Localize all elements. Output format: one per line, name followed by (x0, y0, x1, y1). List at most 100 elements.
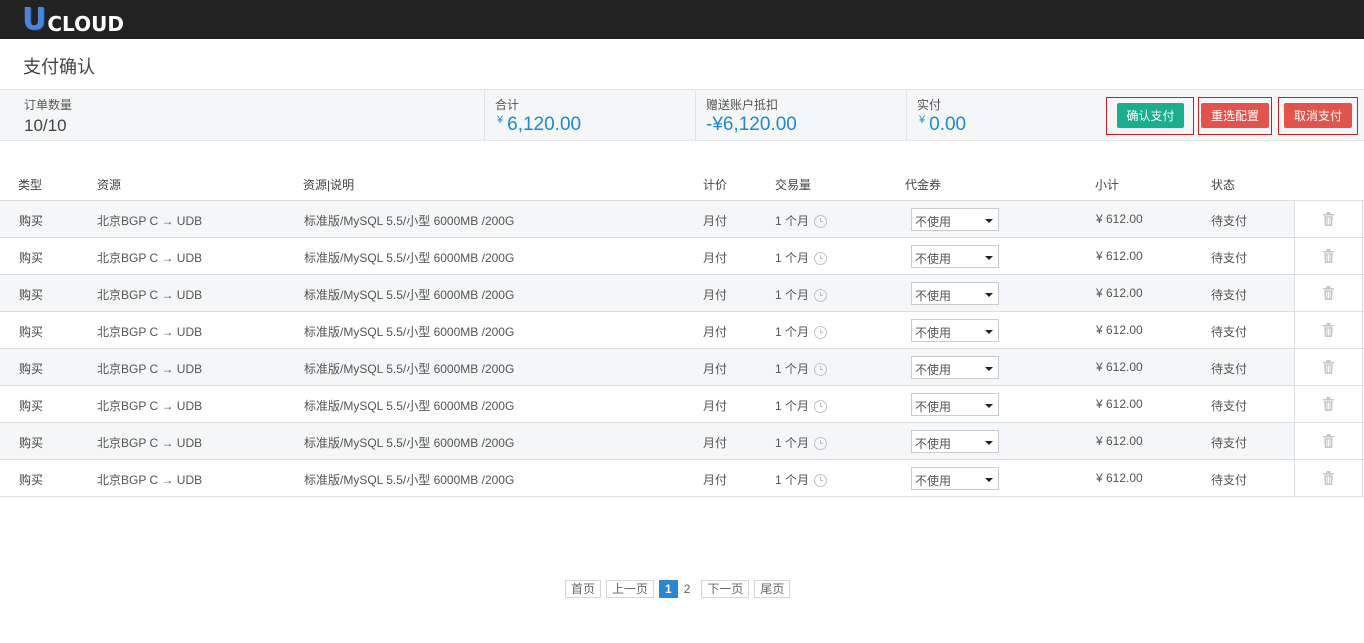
row-pricing: 月付 (703, 214, 728, 228)
table-row: 购买 北京BGP C → UDB 标准版/MySQL 5.5/小型 6000MB /… (0, 312, 1364, 349)
trash-icon-svg (1323, 323, 1334, 337)
first-page-button[interactable]: 首页 (565, 580, 602, 598)
trash-icon-svg (1323, 286, 1334, 300)
row-status: 待支付 (1211, 399, 1248, 413)
row-status: 待支付 (1211, 214, 1248, 228)
voucher-select-value: 不使用 (915, 474, 952, 488)
row-pricing: 月付 (703, 399, 728, 413)
ucloud-logo[interactable]: U CLOUD (22, 3, 124, 36)
column-header-resource: 资源 (97, 178, 122, 192)
voucher-select[interactable]: 不使用 (911, 356, 999, 379)
row-status: 待支付 (1211, 288, 1248, 302)
row-type: 购买 (19, 399, 44, 413)
total-amount: ¥6,120.00 (497, 114, 581, 136)
row-quantity: 1 个月 (775, 286, 828, 303)
table-row: 购买 北京BGP C → UDB 标准版/MySQL 5.5/小型 6000MB /… (0, 460, 1364, 497)
row-quantity-value: 1 个月 (775, 473, 810, 487)
table-row: 购买 北京BGP C → UDB 标准版/MySQL 5.5/小型 6000MB /… (0, 386, 1364, 423)
delete-cell (1294, 460, 1363, 496)
row-resource: 北京BGP C → UDB (97, 251, 203, 265)
page-button-2[interactable]: 2 (677, 580, 697, 598)
row-description: 标准版/MySQL 5.5/小型 6000MB /200G (304, 251, 515, 265)
clock-icon[interactable] (814, 289, 828, 302)
clock-icon[interactable] (814, 363, 828, 376)
delete-cell (1294, 201, 1363, 237)
table-row: 购买 北京BGP C → UDB 标准版/MySQL 5.5/小型 6000MB /… (0, 275, 1364, 312)
row-subtotal: ¥ 612.00 (1096, 212, 1143, 226)
paid-value: 0.00 (929, 114, 967, 135)
voucher-select[interactable]: 不使用 (911, 467, 999, 490)
row-resource: 北京BGP C → UDB (97, 436, 203, 450)
trash-icon[interactable] (1323, 471, 1334, 485)
row-quantity-value: 1 个月 (775, 325, 810, 339)
order-count-cell: 订单数量 10/10 (24, 90, 485, 140)
trash-icon[interactable] (1323, 397, 1334, 411)
trash-icon[interactable] (1323, 434, 1334, 448)
clock-icon[interactable] (814, 215, 828, 228)
row-description: 标准版/MySQL 5.5/小型 6000MB /200G (304, 288, 515, 302)
voucher-select[interactable]: 不使用 (911, 245, 999, 268)
clock-icon[interactable] (814, 252, 828, 265)
row-description: 标准版/MySQL 5.5/小型 6000MB /200G (304, 473, 515, 487)
row-quantity: 1 个月 (775, 212, 828, 229)
last-page-button[interactable]: 尾页 (754, 580, 791, 598)
trash-icon-svg (1323, 397, 1334, 411)
delete-cell (1294, 349, 1363, 385)
row-pricing: 月付 (703, 436, 728, 450)
confirm-payment-button[interactable]: 确认支付 (1117, 103, 1184, 128)
next-page-button[interactable]: 下一页 (701, 580, 750, 598)
dropdown-caret-icon (985, 330, 993, 334)
dropdown-caret-icon (985, 404, 993, 408)
row-resource: 北京BGP C → UDB (97, 362, 203, 376)
reselect-button-frame: 重选配置 (1198, 97, 1272, 135)
voucher-select[interactable]: 不使用 (911, 208, 999, 231)
prev-page-button[interactable]: 上一页 (606, 580, 655, 598)
voucher-select-value: 不使用 (915, 400, 952, 414)
trash-icon-svg (1323, 249, 1334, 263)
trash-icon[interactable] (1323, 249, 1334, 263)
row-resource: 北京BGP C → UDB (97, 214, 203, 228)
clock-icon[interactable] (814, 474, 828, 487)
voucher-select[interactable]: 不使用 (911, 319, 999, 342)
row-resource: 北京BGP C → UDB (97, 325, 203, 339)
dropdown-caret-icon (985, 478, 993, 482)
voucher-select[interactable]: 不使用 (911, 430, 999, 453)
row-quantity: 1 个月 (775, 323, 828, 340)
cancel-button-frame: 取消支付 (1278, 97, 1358, 135)
voucher-select[interactable]: 不使用 (911, 282, 999, 305)
row-quantity: 1 个月 (775, 434, 828, 451)
gift-deduction-label: 赠送账户抵扣 (706, 98, 779, 112)
row-quantity-value: 1 个月 (775, 362, 810, 376)
table-header: 类型 资源 资源|说明 计价 交易量 代金券 小计 状态 (0, 172, 1364, 200)
order-table: 购买 北京BGP C → UDB 标准版/MySQL 5.5/小型 6000MB /… (0, 200, 1364, 497)
delete-cell (1294, 423, 1363, 459)
voucher-select-value: 不使用 (915, 437, 952, 451)
trash-icon[interactable] (1323, 286, 1334, 300)
trash-icon[interactable] (1323, 360, 1334, 374)
row-status: 待支付 (1211, 251, 1248, 265)
row-subtotal: ¥ 612.00 (1096, 249, 1143, 263)
dropdown-caret-icon (985, 367, 993, 371)
clock-icon[interactable] (814, 326, 828, 339)
paid-currency: ¥ (919, 114, 926, 126)
row-subtotal: ¥ 612.00 (1096, 434, 1143, 448)
clock-icon[interactable] (814, 400, 828, 413)
voucher-select-value: 不使用 (915, 326, 952, 340)
voucher-select[interactable]: 不使用 (911, 393, 999, 416)
row-type: 购买 (19, 362, 44, 376)
row-quantity: 1 个月 (775, 360, 828, 377)
cancel-payment-button[interactable]: 取消支付 (1284, 103, 1352, 128)
page-button-1[interactable]: 1 (659, 580, 678, 598)
row-status: 待支付 (1211, 473, 1248, 487)
dropdown-caret-icon (985, 219, 993, 223)
clock-icon[interactable] (814, 437, 828, 450)
reselect-config-button[interactable]: 重选配置 (1201, 103, 1269, 128)
row-description: 标准版/MySQL 5.5/小型 6000MB /200G (304, 399, 515, 413)
trash-icon[interactable] (1323, 323, 1334, 337)
row-pricing: 月付 (703, 473, 728, 487)
row-type: 购买 (19, 436, 44, 450)
trash-icon[interactable] (1323, 212, 1334, 226)
dropdown-caret-icon (985, 441, 993, 445)
pagination: 首页 上一页 1 2 下一页 尾页 (565, 580, 791, 598)
column-header-pricing: 计价 (703, 178, 728, 192)
